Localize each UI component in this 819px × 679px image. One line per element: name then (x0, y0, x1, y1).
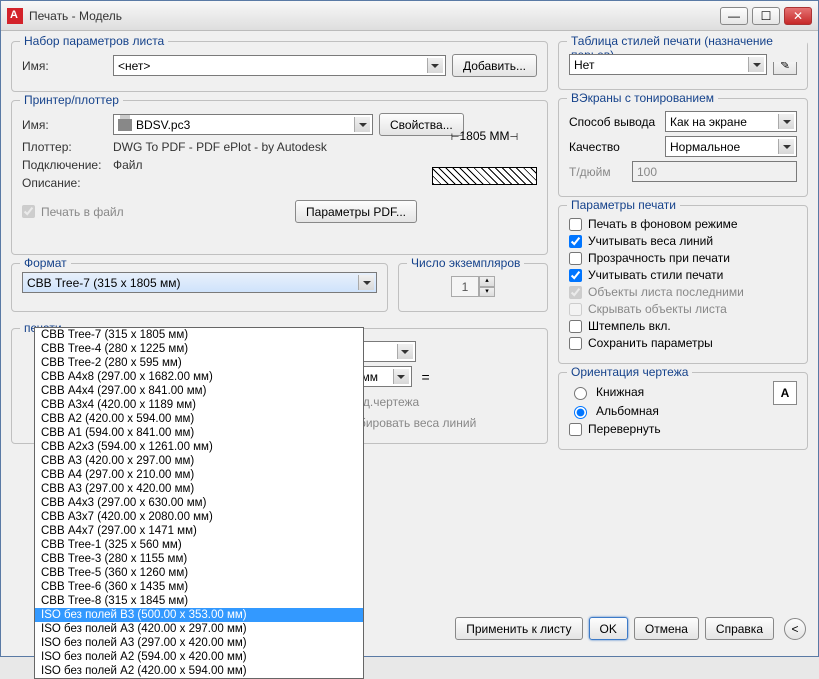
chevron-down-icon (748, 57, 764, 72)
spin-up[interactable]: ▴ (479, 276, 495, 287)
chevron-down-icon (397, 344, 413, 359)
plot-dialog: Печать - Модель — ☐ ✕ Набор параметров л… (0, 0, 819, 657)
pdf-params-button[interactable]: Параметры PDF... (295, 200, 417, 223)
portrait-radio[interactable]: Книжная (569, 384, 773, 400)
collapse-button[interactable]: < (784, 618, 806, 640)
paper-format-option[interactable]: ISO без полей A2 (594.00 x 420.00 мм) (35, 650, 363, 664)
apply-to-layout-button[interactable]: Применить к листу (455, 617, 582, 640)
shaded-viewport-group: ВЭкраны с тонированием Способ вывода Как… (558, 98, 808, 197)
paper-format-option[interactable]: СВВ Tree-7 (315 x 1805 мм) (35, 328, 363, 342)
paper-format-option[interactable]: СВВ Tree-2 (280 x 595 мм) (35, 356, 363, 370)
paper-format-option[interactable]: СВВ A1 (594.00 x 841.00 мм) (35, 426, 363, 440)
chevron-down-icon (778, 139, 794, 154)
add-page-setup-button[interactable]: Добавить... (452, 54, 537, 77)
paper-format-option[interactable]: СВВ A4x8 (297.00 x 1682.00 мм) (35, 370, 363, 384)
paper-format-option[interactable]: СВВ A3 (420.00 x 297.00 мм) (35, 454, 363, 468)
paper-format-option[interactable]: СВВ A2 (420.00 x 594.00 мм) (35, 412, 363, 426)
hide-paperspace-checkbox: Скрывать объекты листа (569, 302, 797, 316)
printer-group: Принтер/плоттер Имя: BDSV.pc3 Свойства..… (11, 100, 548, 255)
paper-format-option[interactable]: СВВ A4x4 (297.00 x 841.00 мм) (35, 384, 363, 398)
page-setup-group: Набор параметров листа Имя: <нет> Добави… (11, 41, 548, 92)
paper-preview: ⊢1805 MM⊣ (432, 129, 537, 191)
print-to-file-checkbox: Печать в файл (22, 205, 124, 219)
titlebar: Печать - Модель — ☐ ✕ (1, 1, 818, 31)
chevron-down-icon (427, 58, 443, 73)
maximize-button[interactable]: ☐ (752, 7, 780, 25)
paper-format-option[interactable]: СВВ A3 (297.00 x 420.00 мм) (35, 482, 363, 496)
close-button[interactable]: ✕ (784, 7, 812, 25)
spin-down[interactable]: ▾ (479, 287, 495, 298)
bg-plot-checkbox[interactable]: Печать в фоновом режиме (569, 217, 797, 231)
paper-format-option[interactable]: СВВ Tree-5 (360 x 1260 мм) (35, 566, 363, 580)
plot-options-group: Параметры печати Печать в фоновом режиме… (558, 205, 808, 364)
paper-format-option[interactable]: СВВ Tree-4 (280 x 1225 мм) (35, 342, 363, 356)
paper-format-option[interactable]: СВВ Tree-6 (360 x 1435 мм) (35, 580, 363, 594)
landscape-radio[interactable]: Альбомная (569, 403, 773, 419)
save-changes-checkbox[interactable]: Сохранить параметры (569, 336, 797, 350)
page-setup-name-combo[interactable]: <нет> (113, 55, 446, 76)
printer-name-combo[interactable]: BDSV.pc3 (113, 114, 373, 135)
dialog-buttons: Применить к листу OK Отмена Справка < (455, 617, 806, 640)
cancel-button[interactable]: Отмена (634, 617, 699, 640)
style-table-group: Таблица стилей печати (назначение перьев… (558, 41, 808, 90)
paper-format-option[interactable]: СВВ A3x7 (420.00 x 2080.00 мм) (35, 510, 363, 524)
paper-format-option[interactable]: ISO без полей A2 (420.00 x 594.00 мм) (35, 664, 363, 678)
paper-format-combo[interactable]: СВВ Tree-7 (315 x 1805 мм) (22, 272, 377, 293)
paper-format-option[interactable]: СВВ A3x4 (420.00 x 1189 мм) (35, 398, 363, 412)
chevron-down-icon (354, 117, 370, 132)
paper-format-option[interactable]: ISO без полей A3 (420.00 x 297.00 мм) (35, 622, 363, 636)
ok-button[interactable]: OK (589, 617, 628, 640)
orientation-group: Ориентация чертежа Книжная Альбомная Пер… (558, 372, 808, 450)
transparency-checkbox[interactable]: Прозрачность при печати (569, 251, 797, 265)
paper-format-option[interactable]: СВВ A4 (297.00 x 210.00 мм) (35, 468, 363, 482)
copies-group: Число экземпляров ▴▾ (398, 263, 548, 312)
paper-format-dropdown[interactable]: СВВ Tree-7 (315 x 1805 мм)СВВ Tree-4 (28… (34, 327, 364, 679)
paper-format-option[interactable]: СВВ Tree-3 (280 x 1155 мм) (35, 552, 363, 566)
chevron-down-icon (393, 369, 409, 384)
format-group: Формат СВВ Tree-7 (315 x 1805 мм) (11, 263, 388, 312)
plot-styles-checkbox[interactable]: Учитывать стили печати (569, 268, 797, 282)
minimize-button[interactable]: — (720, 7, 748, 25)
quality-combo[interactable]: Нормальное (665, 136, 797, 157)
printer-icon (118, 119, 132, 131)
window-title: Печать - Модель (29, 9, 720, 23)
help-button[interactable]: Справка (705, 617, 774, 640)
style-table-combo[interactable]: Нет (569, 54, 767, 75)
paper-format-option[interactable]: СВВ A4x3 (297.00 x 630.00 мм) (35, 496, 363, 510)
dpi-input (632, 161, 797, 182)
paper-format-option[interactable]: ISO без полей A3 (297.00 x 420.00 мм) (35, 636, 363, 650)
upside-down-checkbox[interactable]: Перевернуть (569, 422, 773, 436)
paper-format-option[interactable]: СВВ Tree-8 (315 x 1845 мм) (35, 594, 363, 608)
paper-format-option[interactable]: СВВ A2x3 (594.00 x 1261.00 мм) (35, 440, 363, 454)
lineweights-checkbox[interactable]: Учитывать веса линий (569, 234, 797, 248)
paper-format-option[interactable]: ISO без полей B3 (500.00 x 353.00 мм) (35, 608, 363, 622)
orientation-icon: A (773, 381, 797, 405)
chevron-down-icon (358, 275, 374, 290)
units-combo[interactable]: мм (357, 366, 412, 387)
chevron-down-icon (778, 114, 794, 129)
copies-spinner[interactable]: ▴▾ (451, 276, 495, 297)
paperspace-last-checkbox: Объекты листа последними (569, 285, 797, 299)
paper-format-option[interactable]: СВВ Tree-1 (325 x 560 мм) (35, 538, 363, 552)
shade-mode-combo[interactable]: Как на экране (665, 111, 797, 132)
app-icon (7, 8, 23, 24)
plot-stamp-checkbox[interactable]: Штемпель вкл. (569, 319, 797, 333)
paper-format-option[interactable]: СВВ A4x7 (297.00 x 1471 мм) (35, 524, 363, 538)
